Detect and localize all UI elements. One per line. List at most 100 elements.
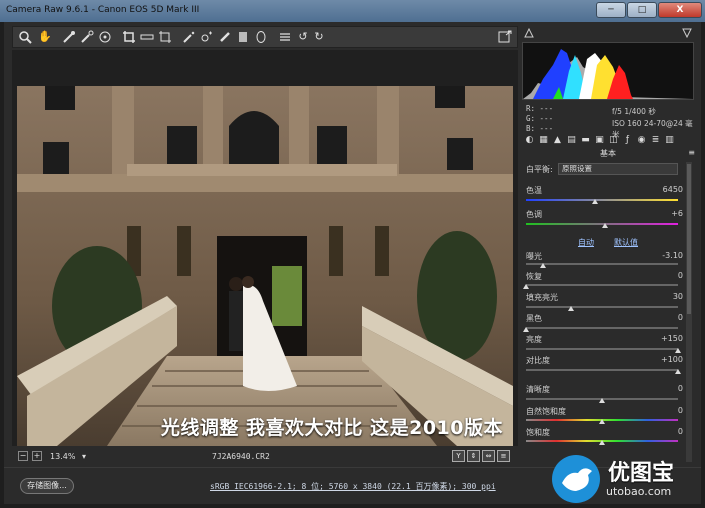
temperature-slider[interactable] [526,199,678,201]
recovery-value[interactable]: 0 [678,271,683,280]
clarity-value[interactable]: 0 [678,384,683,393]
exposure-thumb[interactable] [540,263,546,268]
rotate-left-icon[interactable]: ↺ [295,29,311,45]
twitter-bird-logo-icon [552,455,600,503]
rotate-right-icon[interactable]: ↻ [311,29,327,45]
lens-tab-icon[interactable]: ▣ [594,135,605,146]
vibrance-thumb[interactable] [599,419,605,424]
target-adjustment-tool-icon[interactable] [97,29,113,45]
preferences-icon[interactable] [277,29,293,45]
vibrance-value[interactable]: 0 [678,406,683,415]
clarity-label: 清晰度 [526,385,550,394]
detail-tab-icon[interactable]: ▲ [552,135,563,146]
white-balance-tool-icon[interactable] [61,29,77,45]
fx-tab-icon[interactable]: ƒ [622,135,633,146]
photo-caption: 光线调整 我喜欢大对比 这是2010版本 [160,417,503,439]
saturation-thumb[interactable] [599,440,605,445]
contrast-thumb[interactable] [675,369,681,374]
adjustment-brush-tool-icon[interactable] [217,29,233,45]
white-balance-select[interactable]: 原照设置 [558,163,678,175]
save-image-button[interactable]: 存储图像... [20,478,74,494]
r-readout: R: --- [526,104,554,113]
contrast-label: 对比度 [526,356,550,365]
blacks-slider[interactable] [526,327,678,329]
recovery-slider[interactable] [526,284,678,286]
maximize-button[interactable]: □ [627,2,657,18]
temperature-value[interactable]: 6450 [663,185,683,194]
before-after-y-button[interactable]: Y [452,450,465,462]
graduated-filter-tool-icon[interactable] [235,29,251,45]
tint-label: 色调 [526,210,542,219]
camera-calibration-tab-icon[interactable]: ◉ [636,135,647,146]
minimize-button[interactable]: ─ [596,2,626,18]
highlight-clipping-warning-icon[interactable] [682,28,692,38]
contrast-slider[interactable] [526,369,678,371]
fill-light-thumb[interactable] [568,306,574,311]
window-title: Camera Raw 9.6.1 - Canon EOS 5D Mark III [6,5,200,15]
hand-tool-icon[interactable]: ✋ [37,29,53,45]
split-toning-tab-icon[interactable]: ▬ [580,135,591,146]
straighten-tool-icon[interactable] [139,29,155,45]
fill-light-label: 填充亮光 [526,293,558,302]
contrast-value[interactable]: +100 [661,355,683,364]
recovery-thumb[interactable] [523,284,529,289]
fill-light-slider[interactable] [526,306,678,308]
zoom-tool-icon[interactable] [17,29,33,45]
brightness-thumb[interactable] [675,348,681,353]
red-eye-tool-icon[interactable] [199,29,215,45]
temperature-label: 色温 [526,186,542,195]
tone-curve-tab-icon[interactable]: ▦ [538,135,549,146]
spot-removal-tool-icon[interactable] [181,29,197,45]
title-bar: Camera Raw 9.6.1 - Canon EOS 5D Mark III… [0,0,705,22]
preview-status-bar: − + 13.4% ▾ 7J2A6940.CR2 Y ⇕ ⇔ ≡ [12,449,518,465]
close-button[interactable]: X [658,2,702,18]
copy-settings-button[interactable]: ⇔ [482,450,495,462]
brightness-value[interactable]: +150 [661,334,683,343]
zoom-out-button[interactable]: − [18,451,28,461]
fullscreen-icon[interactable] [497,29,513,45]
tint-value[interactable]: +6 [671,209,683,218]
file-name: 7J2A6940.CR2 [212,452,270,461]
zoom-dropdown-icon[interactable]: ▾ [82,452,86,461]
zoom-level: 13.4% [50,452,76,461]
default-link[interactable]: 默认值 [614,237,638,248]
blacks-label: 黑色 [526,314,542,323]
right-panel: R: --- G: --- B: --- f/5 1/400 秒 ISO 160… [522,26,697,463]
panel-tabs: ◐ ▦ ▲ ▤ ▬ ▣ ◫ ƒ ◉ ≣ ▥ [522,134,694,148]
presets-tab-icon[interactable]: ≣ [650,135,661,146]
blacks-thumb[interactable] [523,327,529,332]
brightness-slider[interactable] [526,348,678,350]
exposure-value[interactable]: -3.10 [662,251,683,260]
zoom-in-button[interactable]: + [32,451,42,461]
blacks-value[interactable]: 0 [678,313,683,322]
snapshots-tab-icon[interactable]: ▥ [664,135,675,146]
clarity-thumb[interactable] [599,398,605,403]
white-balance-label: 白平衡: [526,165,553,174]
radial-filter-tool-icon[interactable] [253,29,269,45]
image-preview: 光线调整 我喜欢大对比 这是2010版本 [12,50,518,446]
crop-tool-icon[interactable] [121,29,137,45]
panel-menu-icon[interactable]: ≡ [688,148,695,157]
swap-before-after-button[interactable]: ⇕ [467,450,480,462]
panel-scrollbar[interactable] [686,162,692,462]
transform-tool-icon[interactable] [157,29,173,45]
fill-light-value[interactable]: 30 [673,292,683,301]
saturation-value[interactable]: 0 [678,427,683,436]
temperature-thumb[interactable] [592,199,598,204]
watermark-brand: 优图宝 [608,461,675,486]
effects-tab-icon[interactable]: ◫ [608,135,619,146]
wedding-photo: 光线调整 我喜欢大对比 这是2010版本 [17,86,513,446]
auto-link[interactable]: 自动 [578,237,594,248]
recovery-label: 恢复 [526,272,542,281]
toggle-preview-button[interactable]: ≡ [497,450,510,462]
basic-tab-icon[interactable]: ◐ [524,135,535,146]
tint-thumb[interactable] [602,223,608,228]
workflow-options-link[interactable]: sRGB IEC61966-2.1; 8 位; 5760 x 3840 (22.… [210,481,496,492]
histogram [522,42,694,100]
shadow-clipping-warning-icon[interactable] [524,28,534,38]
g-readout: G: --- [526,114,554,123]
vibrance-label: 自然饱和度 [526,407,566,416]
color-sampler-tool-icon[interactable] [79,29,95,45]
exposure-slider[interactable] [526,263,678,265]
hsl-tab-icon[interactable]: ▤ [566,135,577,146]
